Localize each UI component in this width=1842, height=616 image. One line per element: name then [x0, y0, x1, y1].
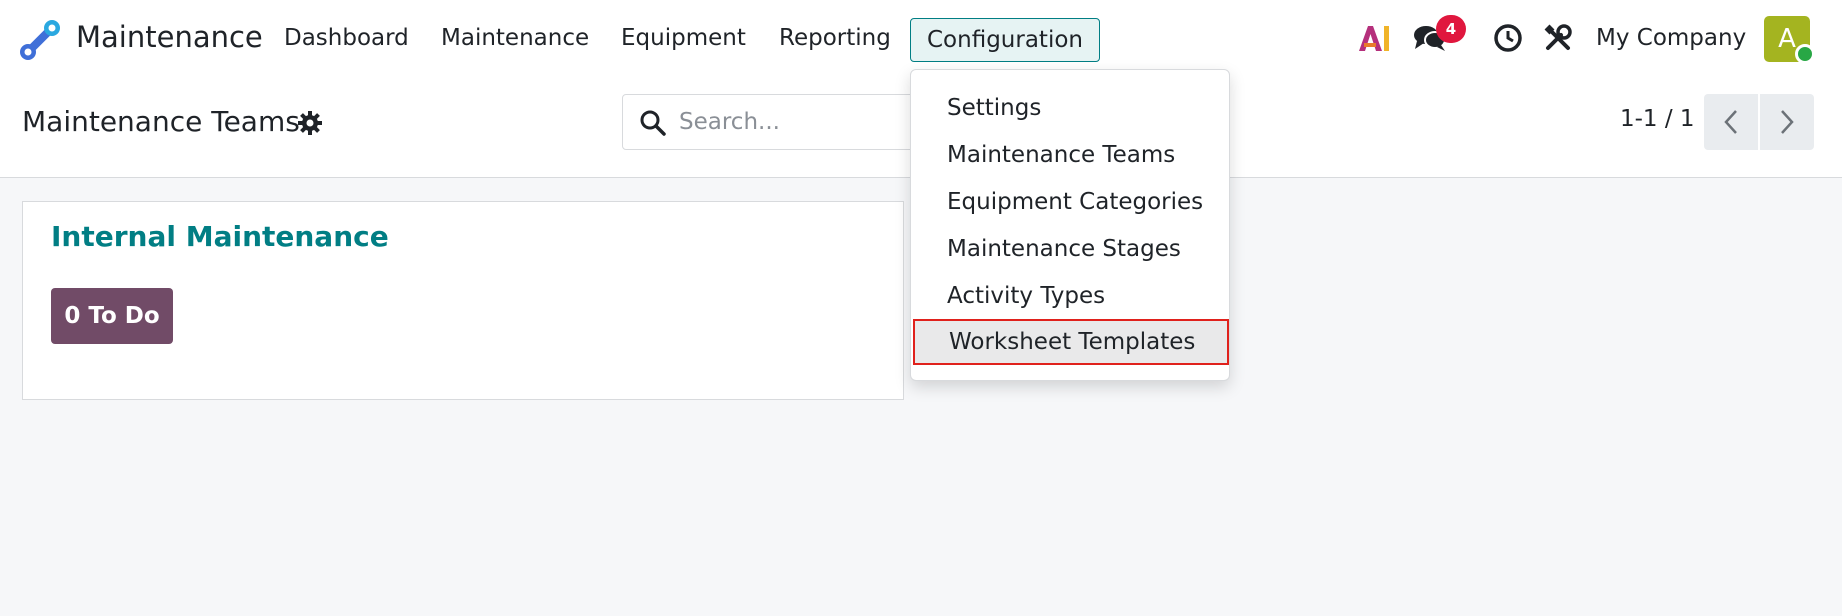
- dropdown-item-maintenance-teams[interactable]: Maintenance Teams: [911, 132, 1229, 178]
- pager-value[interactable]: 1-1 / 1: [1620, 106, 1695, 132]
- chevron-right-icon: [1781, 110, 1794, 134]
- menu-dashboard[interactable]: Dashboard: [284, 25, 409, 51]
- chevron-left-icon: [1724, 110, 1737, 134]
- maintenance-app-icon[interactable]: [18, 18, 62, 62]
- discuss-badge: 4: [1436, 15, 1466, 43]
- configuration-dropdown: Settings Maintenance Teams Equipment Cat…: [910, 69, 1230, 381]
- page-title: Maintenance Teams: [22, 105, 300, 138]
- search-input[interactable]: [679, 105, 909, 139]
- menu-reporting[interactable]: Reporting: [779, 25, 891, 51]
- company-switcher[interactable]: My Company: [1596, 25, 1746, 51]
- dropdown-item-maintenance-stages[interactable]: Maintenance Stages: [911, 226, 1229, 272]
- app-name[interactable]: Maintenance: [76, 20, 263, 54]
- top-navbar: Maintenance Dashboard Maintenance Equipm…: [0, 0, 1842, 80]
- dropdown-item-settings[interactable]: Settings: [911, 85, 1229, 131]
- menu-maintenance[interactable]: Maintenance: [441, 25, 589, 51]
- dropdown-item-equipment-categories[interactable]: Equipment Categories: [911, 179, 1229, 225]
- tools-icon[interactable]: [1540, 20, 1576, 56]
- menu-equipment[interactable]: Equipment: [621, 25, 746, 51]
- activity-clock-icon[interactable]: [1490, 20, 1526, 56]
- gear-icon[interactable]: [297, 110, 323, 136]
- todo-button[interactable]: 0 To Do: [51, 288, 173, 344]
- pager-next-button[interactable]: [1760, 94, 1814, 150]
- menu-configuration[interactable]: Configuration: [910, 18, 1100, 62]
- online-status-dot: [1795, 44, 1815, 64]
- dropdown-item-worksheet-templates[interactable]: Worksheet Templates: [913, 319, 1229, 365]
- pager-previous-button[interactable]: [1704, 94, 1758, 150]
- team-card[interactable]: Internal Maintenance 0 To Do: [22, 201, 904, 400]
- search-icon[interactable]: [639, 109, 667, 137]
- search-bar: [622, 94, 922, 150]
- ai-icon[interactable]: [1356, 20, 1392, 56]
- team-name[interactable]: Internal Maintenance: [51, 220, 389, 253]
- dropdown-item-activity-types[interactable]: Activity Types: [911, 273, 1229, 319]
